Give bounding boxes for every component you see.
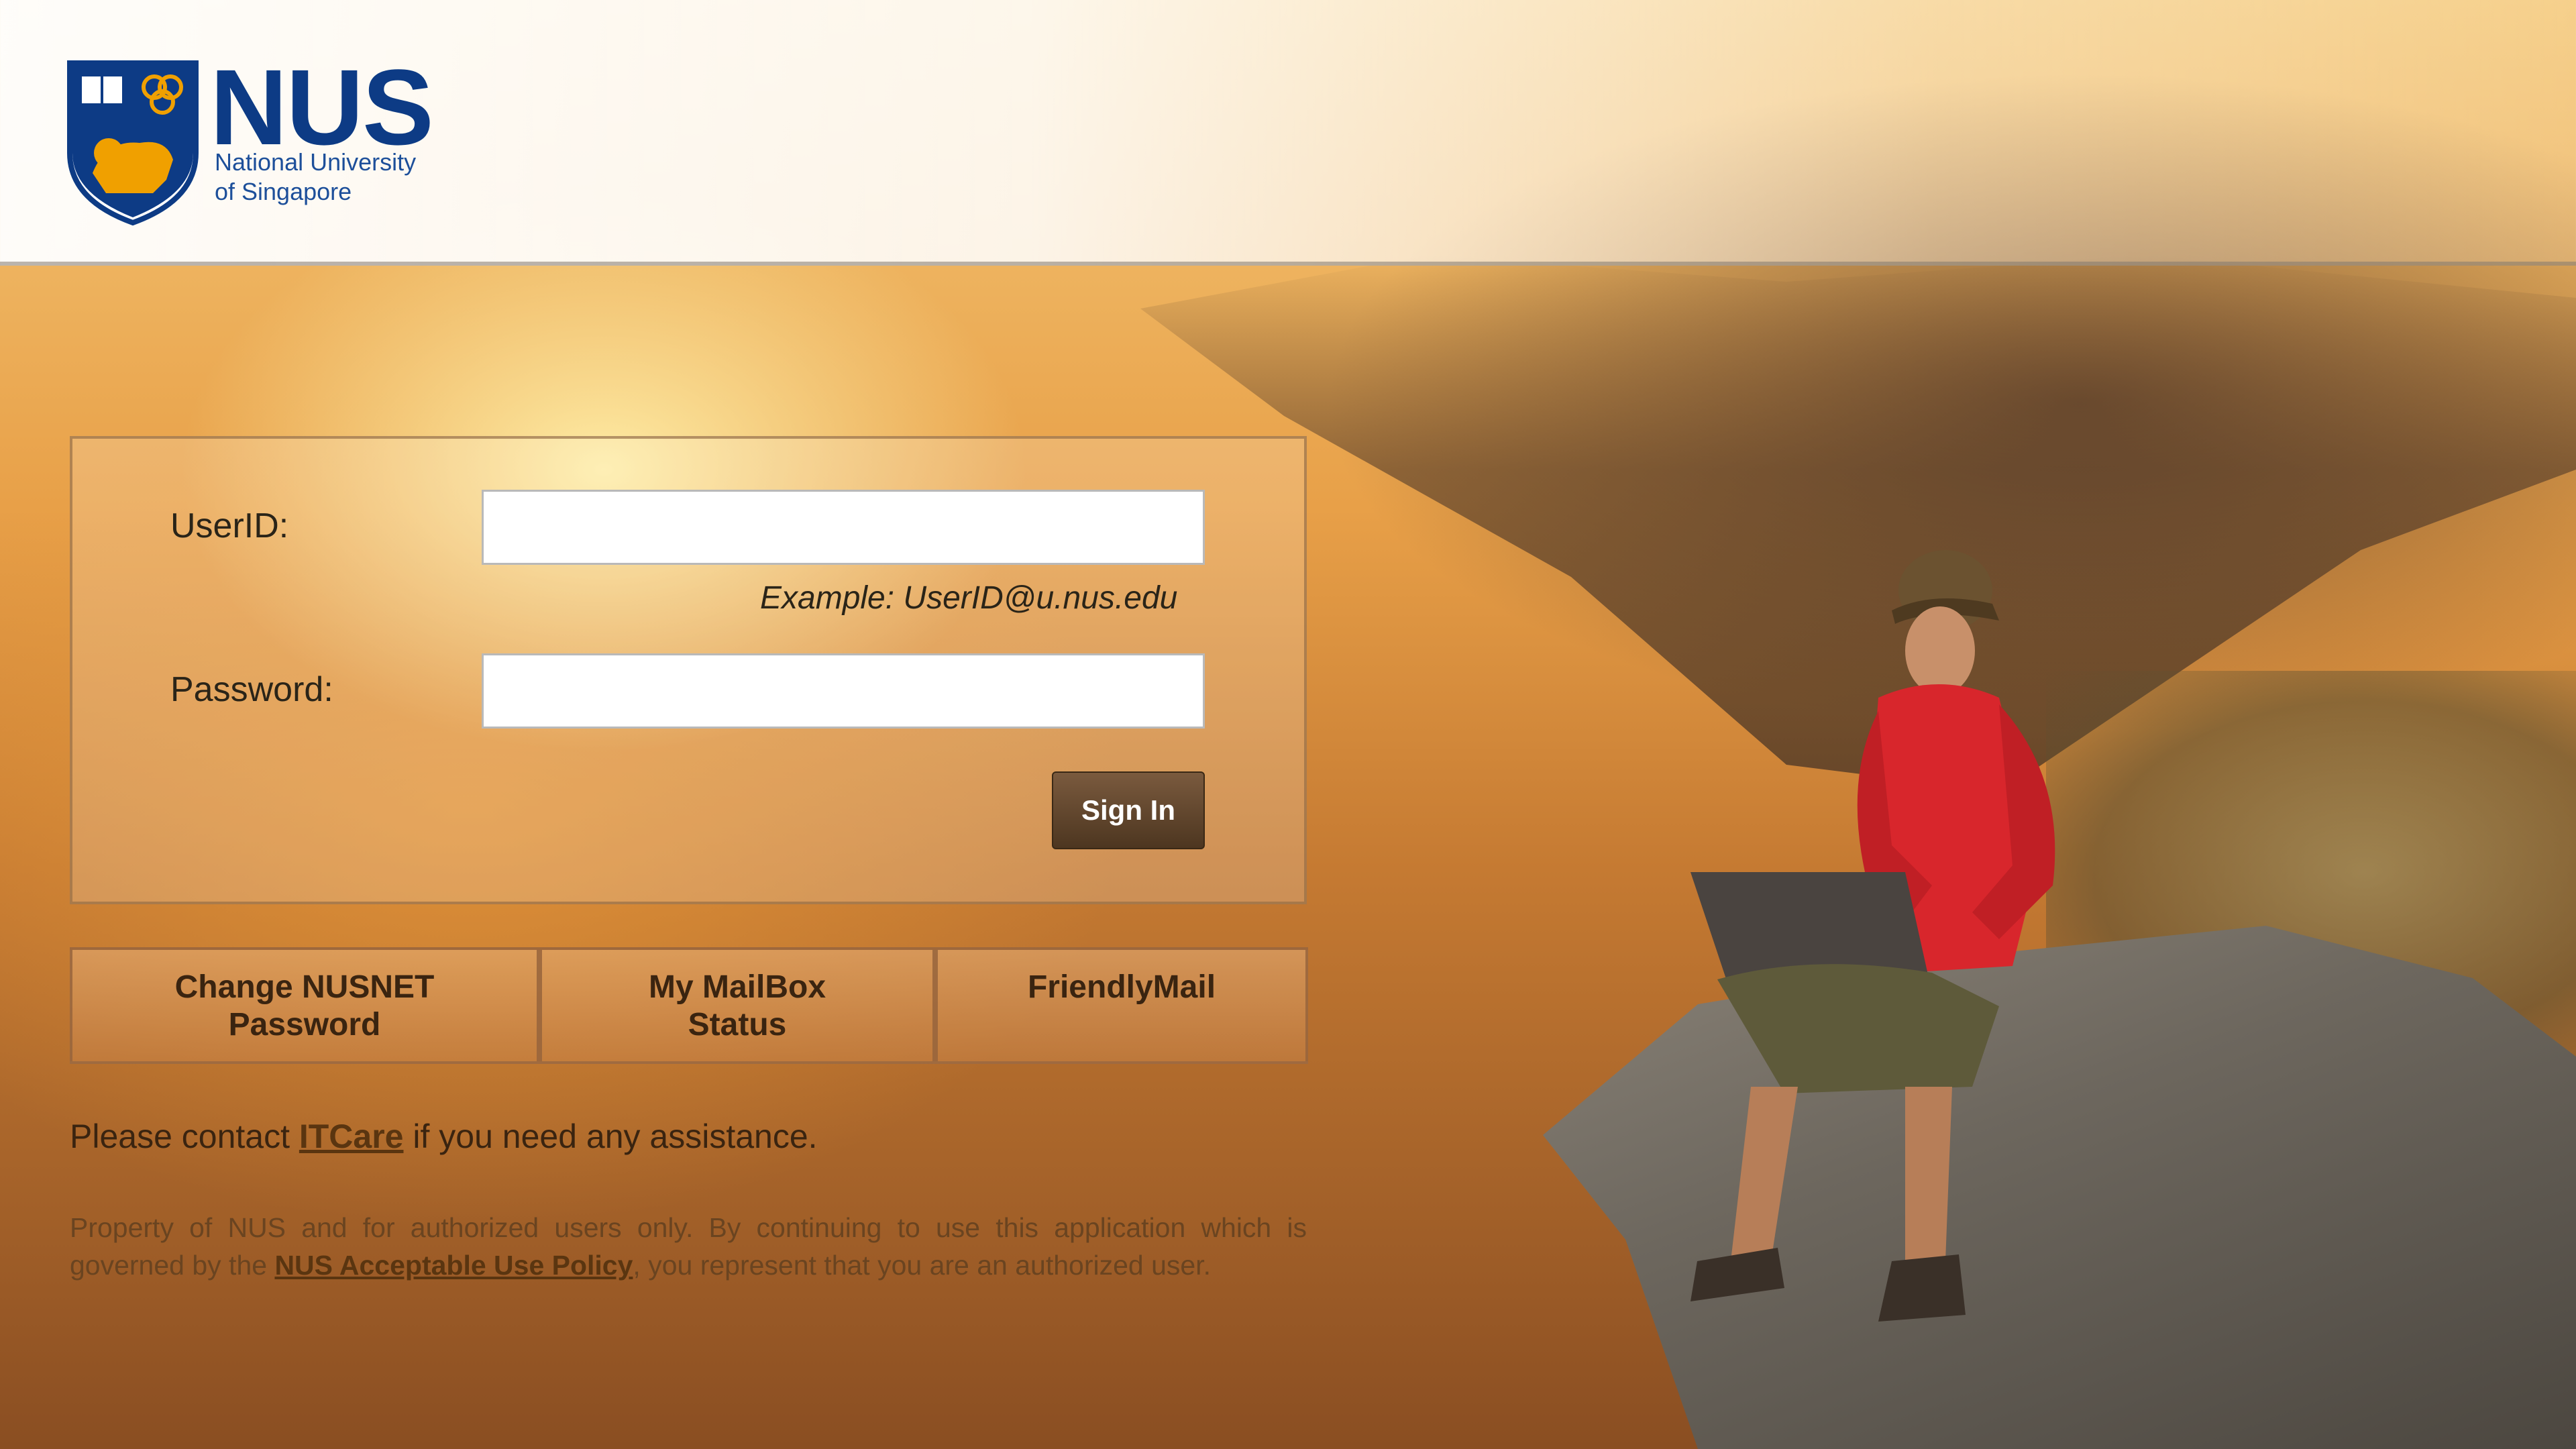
nus-logo[interactable]: NUS National University of Singapore bbox=[66, 47, 455, 228]
logo-line-1: National University bbox=[215, 148, 417, 176]
contact-suffix: if you need any assistance. bbox=[403, 1118, 818, 1155]
userid-label: UserID: bbox=[170, 506, 289, 545]
change-password-label-2: Password bbox=[228, 1007, 381, 1042]
person-with-laptop-illustration bbox=[1690, 550, 2055, 1322]
legal-notice: Property of NUS and for authorized users… bbox=[70, 1209, 1307, 1284]
change-password-label-1: Change NUSNET bbox=[174, 969, 435, 1005]
header-bar: NUS National University of Singapore bbox=[0, 0, 2576, 266]
logo-line-2: of Singapore bbox=[215, 178, 352, 205]
sign-in-button[interactable]: Sign In bbox=[1052, 771, 1205, 849]
userid-input[interactable] bbox=[482, 490, 1205, 565]
legal-suffix: , you represent that you are an authoriz… bbox=[633, 1250, 1211, 1281]
password-label: Password: bbox=[170, 670, 333, 709]
change-password-button[interactable]: Change NUSNET Password bbox=[70, 947, 539, 1064]
friendlymail-label: FriendlyMail bbox=[1027, 969, 1216, 1005]
userid-example-hint: Example: UserID@u.nus.edu bbox=[760, 580, 1178, 616]
contact-prefix: Please contact bbox=[70, 1118, 299, 1155]
logo-fullname: National University of Singapore bbox=[215, 148, 416, 207]
nus-crest-icon bbox=[67, 60, 199, 226]
mailbox-status-label-2: Status bbox=[688, 1007, 787, 1042]
contact-text: Please contact ITCare if you need any as… bbox=[70, 1117, 818, 1156]
login-panel: UserID: Example: UserID@u.nus.edu Passwo… bbox=[70, 436, 1307, 904]
friendlymail-button[interactable]: FriendlyMail bbox=[935, 947, 1308, 1064]
quick-links: Change NUSNET Password My MailBox Status… bbox=[70, 947, 1308, 1064]
mailbox-status-label-1: My MailBox bbox=[648, 969, 826, 1005]
acceptable-use-policy-link[interactable]: NUS Acceptable Use Policy bbox=[274, 1250, 633, 1281]
itcare-link[interactable]: ITCare bbox=[299, 1118, 404, 1155]
password-input[interactable] bbox=[482, 653, 1205, 729]
mailbox-status-button[interactable]: My MailBox Status bbox=[539, 947, 935, 1064]
